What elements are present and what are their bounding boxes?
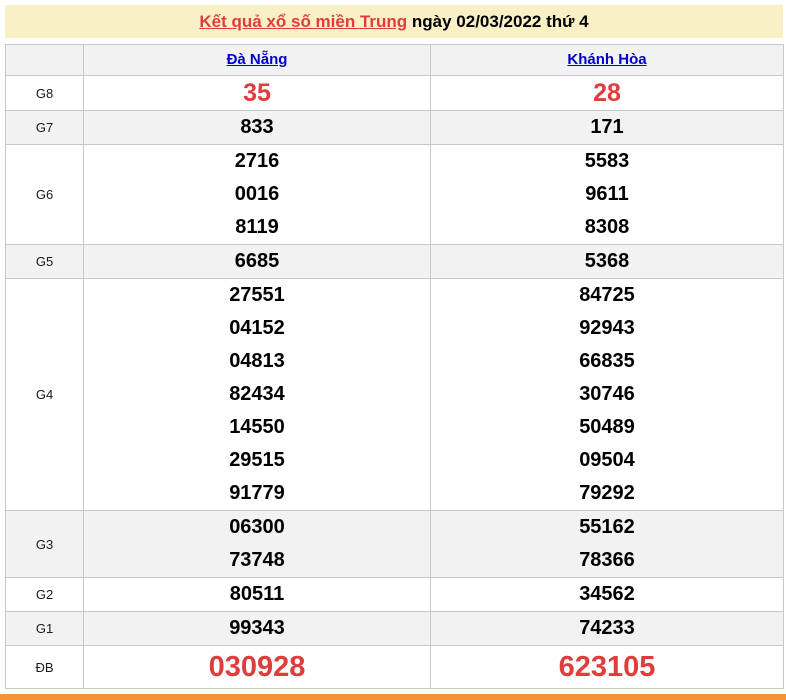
- prize-row-g5: G566855368: [6, 245, 784, 279]
- station-header-da-nang: Đà Nẵng: [84, 45, 431, 76]
- result-cell-g6-da-nang: 271600168119: [84, 145, 431, 245]
- result-number: 73748: [84, 544, 430, 577]
- prize-row-db: ĐB030928623105: [6, 646, 784, 689]
- result-number: 78366: [431, 544, 783, 577]
- result-cell-g1-da-nang: 99343: [84, 612, 431, 646]
- result-cell-g4-da-nang: 27551041520481382434145502951591779: [84, 279, 431, 511]
- prize-row-g8: G83528: [6, 76, 784, 111]
- prize-label-g5: G5: [6, 245, 84, 279]
- result-cell-g8-da-nang: 35: [84, 76, 431, 111]
- prize-row-g7: G7833171: [6, 111, 784, 145]
- prize-label-g2: G2: [6, 578, 84, 612]
- result-number: 8119: [84, 211, 430, 244]
- result-cell-g1-khanh-hoa: 74233: [431, 612, 784, 646]
- prize-row-g4: G427551041520481382434145502951591779847…: [6, 279, 784, 511]
- next-section-header-bar: [0, 694, 786, 700]
- result-cell-g3-da-nang: 0630073748: [84, 511, 431, 578]
- result-number: 030928: [84, 646, 430, 688]
- result-number: 8308: [431, 211, 783, 244]
- result-number: 91779: [84, 477, 430, 510]
- result-cell-g7-da-nang: 833: [84, 111, 431, 145]
- result-cell-g5-da-nang: 6685: [84, 245, 431, 279]
- result-cell-g6-khanh-hoa: 558396118308: [431, 145, 784, 245]
- result-number: 35: [84, 76, 430, 110]
- result-number: 34562: [431, 578, 783, 611]
- title-date-text: ngày 02/03/2022 thứ 4: [407, 12, 588, 31]
- result-cell-g7-khanh-hoa: 171: [431, 111, 784, 145]
- station-header-khanh-hoa: Khánh Hòa: [431, 45, 784, 76]
- results-table: Đà NẵngKhánh Hòa G83528G7833171G62716001…: [5, 44, 784, 689]
- prize-label-g6: G6: [6, 145, 84, 245]
- result-number: 06300: [84, 511, 430, 544]
- result-number: 0016: [84, 178, 430, 211]
- result-number: 79292: [431, 477, 783, 510]
- result-number: 04813: [84, 345, 430, 378]
- result-number: 28: [431, 76, 783, 110]
- prize-column-header: [6, 45, 84, 76]
- results-tbody: G83528G7833171G6271600168119558396118308…: [6, 76, 784, 689]
- station-link-khanh-hoa[interactable]: Khánh Hòa: [567, 51, 646, 68]
- result-cell-g4-khanh-hoa: 84725929436683530746504890950479292: [431, 279, 784, 511]
- result-number: 74233: [431, 612, 783, 645]
- page-title: Kết quả xổ số miền Trung ngày 02/03/2022…: [5, 5, 783, 38]
- result-number: 623105: [431, 646, 783, 688]
- result-cell-db-da-nang: 030928: [84, 646, 431, 689]
- result-number: 9611: [431, 178, 783, 211]
- result-number: 14550: [84, 411, 430, 444]
- result-number: 04152: [84, 312, 430, 345]
- lottery-results-page: Kết quả xổ số miền Trung ngày 02/03/2022…: [5, 5, 783, 689]
- prize-label-g7: G7: [6, 111, 84, 145]
- result-number: 66835: [431, 345, 783, 378]
- prize-label-g1: G1: [6, 612, 84, 646]
- title-link[interactable]: Kết quả xổ số miền Trung: [199, 12, 407, 31]
- result-number: 92943: [431, 312, 783, 345]
- prize-label-g3: G3: [6, 511, 84, 578]
- station-link-da-nang[interactable]: Đà Nẵng: [227, 51, 288, 68]
- prize-label-db: ĐB: [6, 646, 84, 689]
- result-number: 50489: [431, 411, 783, 444]
- result-number: 29515: [84, 444, 430, 477]
- prize-row-g3: G306300737485516278366: [6, 511, 784, 578]
- prize-label-g4: G4: [6, 279, 84, 511]
- result-number: 55162: [431, 511, 783, 544]
- station-header-row: Đà Nẵng Khánh Hòa: [6, 45, 784, 76]
- prize-row-g2: G28051134562: [6, 578, 784, 612]
- result-cell-db-khanh-hoa: 623105: [431, 646, 784, 689]
- result-number: 6685: [84, 245, 430, 278]
- result-number: 80511: [84, 578, 430, 611]
- prize-label-g8: G8: [6, 76, 84, 111]
- result-number: 2716: [84, 145, 430, 178]
- result-cell-g3-khanh-hoa: 5516278366: [431, 511, 784, 578]
- result-number: 5583: [431, 145, 783, 178]
- result-cell-g2-da-nang: 80511: [84, 578, 431, 612]
- result-number: 5368: [431, 245, 783, 278]
- result-number: 84725: [431, 279, 783, 312]
- result-number: 27551: [84, 279, 430, 312]
- result-cell-g5-khanh-hoa: 5368: [431, 245, 784, 279]
- result-number: 30746: [431, 378, 783, 411]
- prize-row-g6: G6271600168119558396118308: [6, 145, 784, 245]
- result-cell-g2-khanh-hoa: 34562: [431, 578, 784, 612]
- result-number: 09504: [431, 444, 783, 477]
- result-number: 82434: [84, 378, 430, 411]
- result-number: 833: [84, 111, 430, 144]
- result-number: 99343: [84, 612, 430, 645]
- prize-row-g1: G19934374233: [6, 612, 784, 646]
- result-cell-g8-khanh-hoa: 28: [431, 76, 784, 111]
- result-number: 171: [431, 111, 783, 144]
